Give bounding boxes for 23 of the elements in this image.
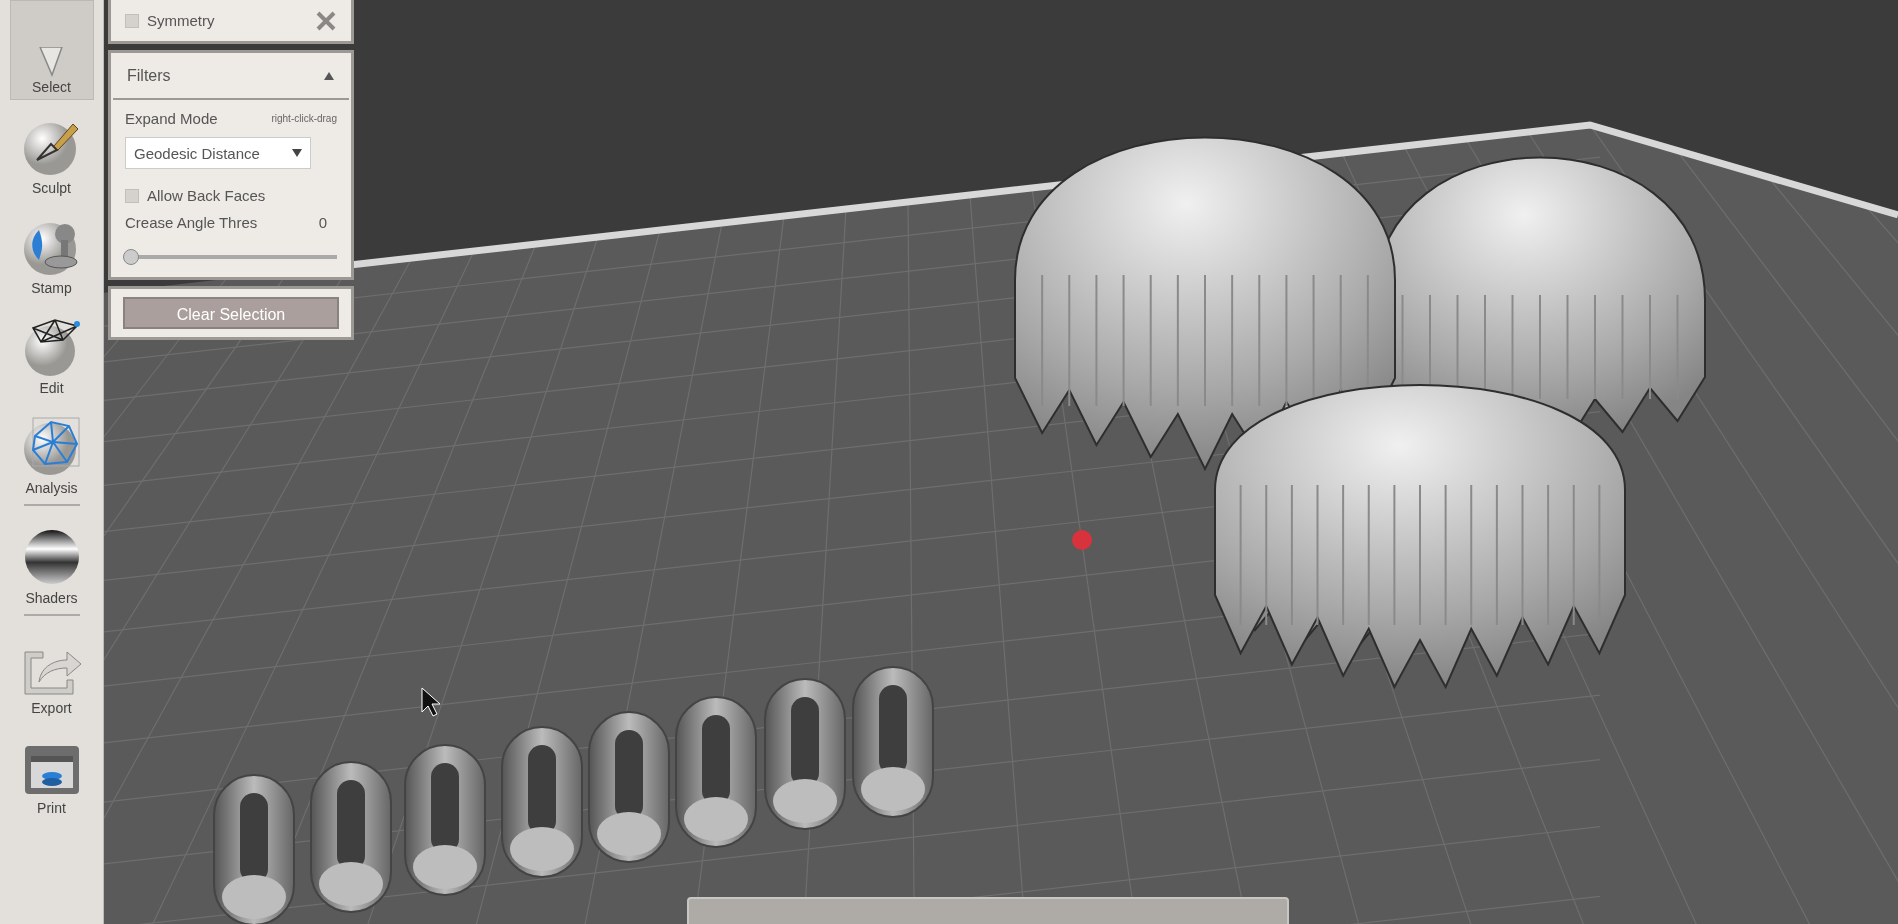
select-tool-button[interactable]: Select [9, 0, 94, 100]
tool-button[interactable]: Shaders [9, 510, 94, 610]
crease-angle-label: Crease Angle Thres [125, 214, 258, 231]
slider-thumb[interactable] [123, 249, 139, 265]
filters-title: Filters [127, 66, 171, 85]
tool-button[interactable]: Print [9, 720, 94, 820]
symmetry-checkbox[interactable] [125, 13, 139, 28]
tool-button[interactable]: Stamp [9, 200, 94, 300]
crease-angle-value: 0 [318, 214, 327, 231]
collapse-arrow-icon[interactable] [323, 70, 335, 81]
allow-back-faces-checkbox[interactable] [125, 188, 139, 203]
expand-mode-dropdown[interactable]: Geodesic Distance [125, 137, 311, 169]
tool-button[interactable]: Sculpt [9, 100, 94, 200]
mouse-cursor-icon [421, 687, 441, 717]
tool-button[interactable]: Analysis [9, 400, 94, 500]
symmetry-label: Symmetry [147, 12, 216, 29]
expand-mode-label: Expand Mode [125, 110, 218, 127]
allow-back-faces-label: Allow Back Faces [147, 187, 266, 204]
dropdown-arrow-icon [292, 149, 302, 157]
pivot-point-marker [1072, 530, 1092, 550]
expand-mode-hint: right-click-drag [271, 113, 337, 124]
tool-button[interactable]: Export [9, 620, 94, 720]
tool-button[interactable]: Edit [9, 300, 94, 400]
